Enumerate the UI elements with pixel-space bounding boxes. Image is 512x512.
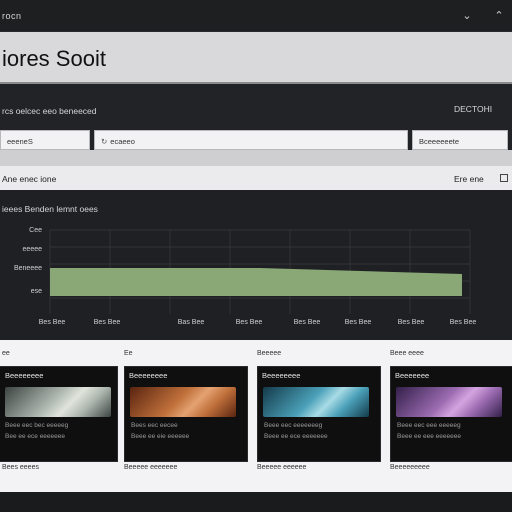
refresh-icon: ↻ bbox=[101, 137, 108, 146]
card-title: Beeeeeee bbox=[395, 371, 430, 380]
x-tick-label: Bes Bee bbox=[450, 319, 477, 326]
y-tick-label: eeeee bbox=[23, 246, 43, 253]
top-bar: rocn ⌄ ⌃ bbox=[0, 0, 512, 32]
card[interactable]: Beeeeeeee Bees eec eecee Beee ee eie eeeee… bbox=[124, 366, 248, 462]
card-footer[interactable]: Beeeee eeeeee bbox=[257, 464, 306, 471]
chart-area bbox=[50, 268, 462, 296]
title-bar: iores Sooit bbox=[0, 32, 512, 84]
card-title: Beeeeeeee bbox=[5, 371, 44, 380]
card-thumbnail bbox=[5, 387, 111, 417]
filter-right-caption bbox=[454, 90, 456, 99]
card-desc-line: Beee eec bec eeeeeg bbox=[5, 422, 69, 429]
card-desc-line: Bees eec eecee bbox=[131, 422, 178, 429]
bottom-bar bbox=[0, 492, 512, 512]
card-thumbnail bbox=[130, 387, 236, 417]
card-footer[interactable]: Bees eeees bbox=[2, 464, 39, 471]
card-desc-line: Beee ee ece eeeeeee bbox=[264, 433, 328, 440]
filter-field-1[interactable]: eeeneS bbox=[0, 130, 90, 150]
y-tick-label: Beneeee bbox=[14, 265, 42, 272]
card-caption: ee bbox=[2, 350, 10, 357]
page-title: iores Sooit bbox=[2, 46, 106, 71]
card-title: Beeeeeeee bbox=[129, 371, 168, 380]
chevron-up-icon[interactable]: ⌃ bbox=[492, 9, 506, 23]
card[interactable]: Beeeeeee Beee eec eee eeeeeg Beee ee eee e… bbox=[390, 366, 512, 462]
chevron-down-icon[interactable]: ⌄ bbox=[460, 9, 474, 23]
section-label: Ane enec ione bbox=[2, 174, 57, 184]
card-caption: Ee bbox=[124, 350, 133, 357]
chart-y-labels: Cee eeeee Beneeee ese bbox=[14, 227, 42, 295]
expand-icon[interactable] bbox=[500, 174, 508, 182]
filter-field-3[interactable]: Bceeeeeete bbox=[412, 130, 508, 150]
x-tick-label: Bas Bee bbox=[178, 319, 205, 326]
card-desc-line: Beee eec eeeeeeeg bbox=[264, 422, 323, 429]
card-title: Beeeeeeee bbox=[262, 371, 301, 380]
y-tick-label: ese bbox=[31, 288, 42, 295]
card-thumbnail bbox=[396, 387, 502, 417]
filter-field-2-value: ecaeeo bbox=[110, 137, 135, 146]
filter-field-2[interactable]: ↻ ecaeeo bbox=[94, 130, 408, 150]
x-tick-label: Bes Bee bbox=[39, 319, 66, 326]
card-thumbnail bbox=[263, 387, 369, 417]
section-bar: Ane enec ione Ere ene bbox=[0, 166, 512, 190]
card-footer[interactable]: Beeeeeeeee bbox=[390, 464, 430, 471]
filter-heading: rcs oelcec eeo beneeced bbox=[2, 106, 97, 116]
filter-right-label: DECTOHI bbox=[454, 104, 493, 114]
card-footer[interactable]: Beeeee eeeeeee bbox=[124, 464, 177, 471]
section-right-button[interactable]: Ere ene bbox=[454, 174, 484, 184]
cards-row: ee Beeeeeeee Beee eec bec eeeeeg Bee ee ece… bbox=[0, 340, 512, 492]
chart-plot: Cee eeeee Beneeee ese Bes Bee Bes Bee Bas Bee… bbox=[14, 227, 477, 326]
card[interactable]: Beeeeeeee Beee eec bec eeeeeg Bee ee ece e… bbox=[0, 366, 118, 462]
card-caption: Beeeee bbox=[257, 350, 282, 357]
card-desc-line: Beee ee eie eeeeee bbox=[131, 433, 190, 440]
card-desc-line: Beee ee eee eeeeeee bbox=[397, 433, 461, 440]
x-tick-label: Bes Bee bbox=[236, 319, 263, 326]
chart-x-labels: Bes Bee Bes Bee Bas Bee Bes Bee Bes Bee Bes B… bbox=[39, 319, 477, 326]
divider-bar bbox=[0, 150, 512, 166]
x-tick-label: Bes Bee bbox=[345, 319, 372, 326]
app-logo[interactable]: rocn bbox=[2, 11, 22, 21]
x-tick-label: Bes Bee bbox=[398, 319, 425, 326]
chart-panel: ieees Benden lemnt oees Cee eeeee Beneeee e… bbox=[0, 190, 512, 340]
card-desc-line: Beee eec eee eeeeeg bbox=[397, 422, 461, 429]
x-tick-label: Bes Bee bbox=[94, 319, 121, 326]
card-desc-line: Bee ee ece eeeeeee bbox=[5, 433, 65, 440]
card[interactable]: Beeeeeeee Beee eec eeeeeeeg Beee ee ece ee… bbox=[257, 366, 381, 462]
y-tick-label: Cee bbox=[29, 227, 42, 234]
x-tick-label: Bes Bee bbox=[294, 319, 321, 326]
card-caption: Beee eeee bbox=[390, 350, 424, 357]
